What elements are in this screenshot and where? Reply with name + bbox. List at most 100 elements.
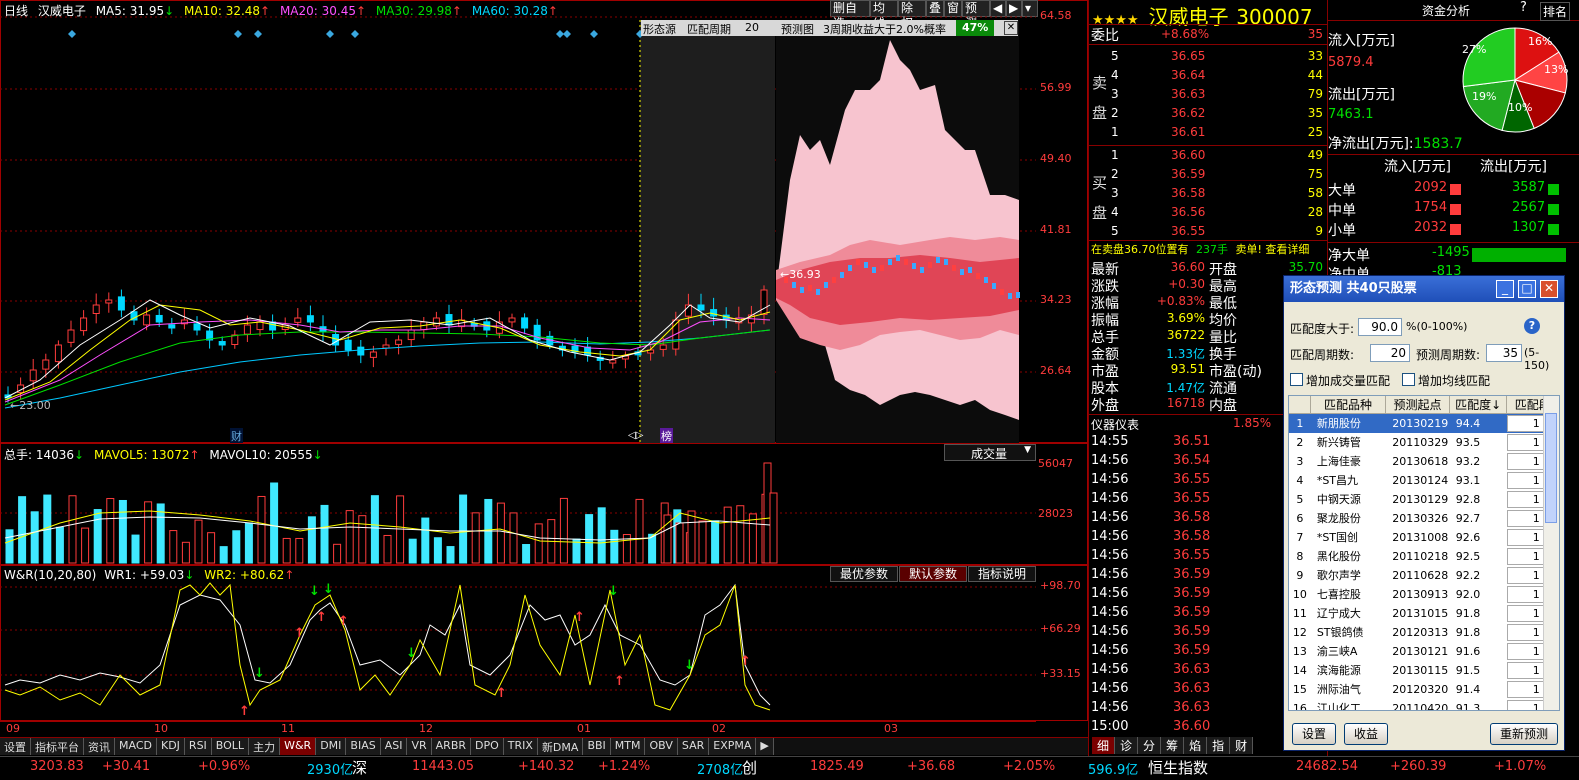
indicator-tab-1[interactable]: 指标平台 (31, 738, 84, 755)
quote-tab-2[interactable]: 分 (1138, 737, 1162, 754)
event-marker-icon[interactable] (351, 30, 359, 38)
list-item[interactable]: 1 新朋股份 20130219 94.4 1 (1289, 414, 1559, 433)
level-price[interactable]: 36.62 (1171, 106, 1205, 120)
list-item[interactable]: 2 新兴铸管 20110329 93.5 1 (1289, 433, 1559, 452)
indicator-tab-15[interactable]: TRIX (503, 738, 538, 755)
list-col-header[interactable] (1289, 396, 1311, 413)
level-price[interactable]: 36.58 (1171, 186, 1205, 200)
indicator-tab-11[interactable]: ASI (380, 738, 408, 755)
wr1-line (4, 583, 771, 706)
level-price[interactable]: 36.64 (1171, 68, 1205, 82)
price-tick: 41.81 (1040, 223, 1072, 236)
candle-body (92, 304, 100, 315)
list-col-header[interactable]: 匹配度↓ (1450, 396, 1508, 413)
match-gt-input[interactable]: 90.0 (1358, 318, 1402, 336)
settings-button[interactable]: 设置 (1292, 723, 1336, 745)
indicator-tab-17[interactable]: BBI (583, 738, 611, 755)
list-item[interactable]: 5 中钢天源 20130129 92.8 1 (1289, 490, 1559, 509)
indicator-tab-7[interactable]: 主力 (249, 738, 281, 755)
help-icon[interactable]: ? (1520, 0, 1527, 15)
level-volume: 9 (1315, 224, 1323, 238)
list-item[interactable]: 13 渝三峡A 20130121 91.6 1 (1289, 642, 1559, 661)
event-marker-icon[interactable] (563, 30, 571, 38)
list-item[interactable]: 9 歌尔声学 20110628 92.2 1 (1289, 566, 1559, 585)
list-col-header[interactable]: 预测起点 (1386, 396, 1450, 413)
list-scrollbar[interactable] (1543, 396, 1559, 710)
period-input[interactable]: 20 (1370, 344, 1410, 362)
list-item[interactable]: 11 辽宁成大 20131015 91.8 1 (1289, 604, 1559, 623)
event-marker-icon[interactable] (234, 30, 242, 38)
repredict-button[interactable]: 重新预测 (1490, 723, 1558, 745)
list-item[interactable]: 14 滨海能源 20130115 91.5 1 (1289, 661, 1559, 680)
level-price[interactable]: 36.63 (1171, 87, 1205, 101)
profit-button[interactable]: 收益 (1344, 723, 1388, 745)
event-marker-icon[interactable] (254, 30, 262, 38)
list-item[interactable]: 10 七喜控股 20130913 92.0 1 (1289, 585, 1559, 604)
level-price[interactable]: 36.56 (1171, 205, 1205, 219)
rank-label[interactable]: 排名 (1540, 2, 1571, 21)
indicator-tab-13[interactable]: ARBR (431, 738, 472, 755)
indicator-tab-2[interactable]: 资讯 (84, 738, 115, 755)
quote-tab-1[interactable]: 诊 (1115, 737, 1139, 754)
level-price[interactable]: 36.61 (1171, 125, 1205, 139)
quote-tab-5[interactable]: 指 (1207, 737, 1231, 754)
close-icon[interactable]: ✕ (1004, 21, 1018, 35)
close-icon[interactable]: ✕ (1540, 280, 1558, 298)
indicator-tab-14[interactable]: DPO (471, 738, 504, 755)
large-order-notice[interactable]: 在卖盘36.70位置有 237手 卖单! 查看详细 (1091, 241, 1309, 257)
bang-badge[interactable]: 榜 (660, 428, 673, 444)
list-item[interactable]: 12 ST银鸽债 20120313 91.8 1 (1289, 623, 1559, 642)
candle-body (521, 317, 529, 329)
fund-row: 大单 2092 3587 (1328, 180, 1579, 200)
quote-tab-4[interactable]: 焰 (1184, 737, 1208, 754)
list-item[interactable]: 7 *ST国创 20131008 92.6 1 (1289, 528, 1559, 547)
indicator-tab-4[interactable]: KDJ (156, 738, 185, 755)
indicator-tab-19[interactable]: OBV (645, 738, 678, 755)
list-item[interactable]: 4 *ST昌九 20130124 93.1 1 (1289, 471, 1559, 490)
minimize-icon[interactable]: _ (1496, 280, 1514, 298)
tab-scroll-icon[interactable]: ▶ (756, 738, 774, 755)
indicator-tab-0[interactable]: 设置 (0, 738, 31, 755)
list-item[interactable]: 16 江山化工 20110420 91.3 1 (1289, 699, 1559, 710)
indicator-tab-6[interactable]: BOLL (211, 738, 250, 755)
help-icon[interactable]: ? (1524, 318, 1540, 334)
indicator-tab-8[interactable]: W&R (280, 738, 317, 755)
level-price[interactable]: 36.60 (1171, 148, 1205, 162)
indicator-tab-3[interactable]: MACD (115, 738, 157, 755)
swap-icon[interactable]: ◁▷ (628, 430, 643, 441)
volume-match-checkbox[interactable] (1290, 373, 1303, 386)
list-item[interactable]: 3 上海佳豪 20130618 93.2 1 (1289, 452, 1559, 471)
ma-match-checkbox[interactable] (1402, 373, 1415, 386)
list-item[interactable]: 8 黑化股份 20110218 92.5 1 (1289, 547, 1559, 566)
event-marker-icon[interactable] (556, 30, 564, 38)
cai-badge[interactable]: 财 (230, 428, 243, 444)
indicator-tab-18[interactable]: MTM (610, 738, 646, 755)
quote-tab-3[interactable]: 筹 (1161, 737, 1185, 754)
maximize-icon[interactable]: □ (1518, 280, 1536, 298)
volume-bar (471, 512, 480, 564)
predict-input[interactable]: 35 (1486, 344, 1522, 362)
indicator-tab-5[interactable]: RSI (184, 738, 212, 755)
quote-tab-6[interactable]: 财 (1230, 737, 1254, 754)
event-marker-icon[interactable] (326, 30, 334, 38)
list-item[interactable]: 15 洲际油气 20120320 91.4 1 (1289, 680, 1559, 699)
level-price[interactable]: 36.55 (1171, 224, 1205, 238)
red-square-icon (1450, 224, 1461, 235)
quote-tab-0[interactable]: 细 (1092, 737, 1116, 754)
list-cell-score: 91.6 (1455, 645, 1481, 658)
event-marker-icon[interactable] (590, 30, 598, 38)
sell-signal-icon: ↓ (323, 582, 334, 597)
indicator-tab-16[interactable]: 新DMA (537, 738, 584, 755)
indicator-tab-20[interactable]: SAR (677, 738, 710, 755)
event-marker-icon[interactable] (68, 30, 76, 38)
level-price[interactable]: 36.65 (1171, 49, 1205, 63)
list-item[interactable]: 6 聚龙股份 20130326 92.7 1 (1289, 509, 1559, 528)
level-price[interactable]: 36.59 (1171, 167, 1205, 181)
notice-link[interactable]: 卖单! 查看详细 (1236, 243, 1310, 256)
indicator-tab-21[interactable]: EXPMA (709, 738, 757, 755)
list-col-header[interactable]: 匹配品种 (1311, 396, 1387, 413)
indicator-tab-12[interactable]: VR (407, 738, 432, 755)
indicator-tab-10[interactable]: BIAS (346, 738, 381, 755)
scrollbar-thumb[interactable] (1545, 413, 1557, 523)
indicator-tab-9[interactable]: DMI (316, 738, 347, 755)
